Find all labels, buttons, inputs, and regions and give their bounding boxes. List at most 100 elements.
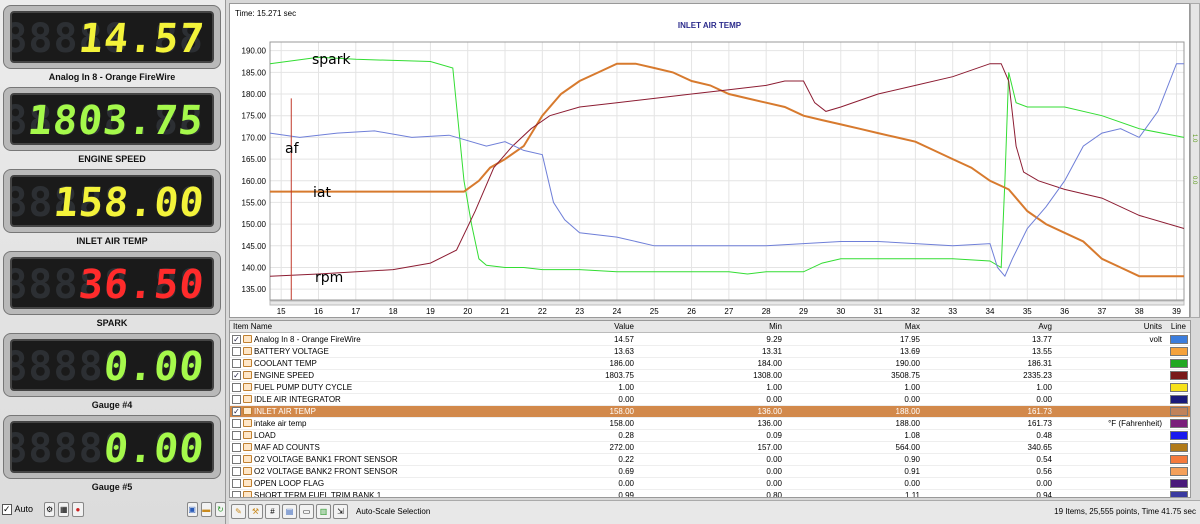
line-color-swatch[interactable] [1170,359,1188,368]
row-checkbox[interactable] [232,431,241,440]
x-tick-label: 22 [538,307,547,316]
table-row[interactable]: intake air temp 158.00 136.00 188.00 161.73 °… [230,418,1190,430]
x-tick-label: 23 [575,307,584,316]
save-icon[interactable]: ▣ [186,501,198,517]
gauge-display: 88888.88 0.00 [10,339,214,391]
line-color-swatch[interactable] [1170,383,1188,392]
row-checkbox[interactable] [232,479,241,488]
line-color-swatch[interactable] [1170,431,1188,440]
y-tick-label: 170.00 [242,133,267,142]
series-line-iat [270,62,1184,278]
line-color-swatch[interactable] [1170,395,1188,404]
line-color-swatch[interactable] [1170,419,1188,428]
cell-avg: 161.73 [1027,407,1052,416]
chart-edit-icon[interactable]: ✎ [231,504,246,519]
x-tick-label: 32 [911,307,920,316]
header-value[interactable]: Value [614,322,634,331]
row-checkbox[interactable] [232,395,241,404]
gauge-spark[interactable]: 88888.88 36.50 SPARK [3,247,221,328]
row-checkbox[interactable] [232,491,241,497]
header-units[interactable]: Units [1144,322,1162,331]
row-checkbox[interactable] [232,443,241,452]
chart-title: INLET AIR TEMP [677,21,742,30]
autoscale-icon[interactable]: ⇲ [333,504,348,519]
chart-grid [270,42,1184,300]
row-checkbox[interactable] [232,359,241,368]
chart-right-scale[interactable]: 1.0 0.0 [1190,3,1200,318]
header-min[interactable]: Min [769,322,782,331]
table-row[interactable]: O2 VOLTAGE BANK1 FRONT SENSOR 0.22 0.00 0.9… [230,454,1190,466]
gauge-layout-icon[interactable]: ▦ [58,501,70,517]
cell-value: 0.69 [618,467,634,476]
row-checkbox[interactable] [232,347,241,356]
row-checkbox[interactable]: ✓ [232,371,241,380]
cell-name: O2 VOLTAGE BANK2 FRONT SENSOR [254,467,398,476]
overlay-icon[interactable]: ▤ [282,504,297,519]
channel-icon [243,443,252,451]
cell-avg: 1.00 [1036,383,1052,392]
table-row[interactable]: FUEL PUMP DUTY CYCLE 1.00 1.00 1.00 1.00 [230,382,1190,394]
table-row[interactable]: COOLANT TEMP 186.00 184.00 190.00 186.31 [230,358,1190,370]
chart-tool-icon[interactable]: ⚒ [248,504,263,519]
header-line[interactable]: Line [1171,322,1186,331]
line-color-swatch[interactable] [1170,479,1188,488]
x-tick-label: 29 [799,307,808,316]
table-row[interactable]: MAF AD COUNTS 272.00 157.00 564.00 340.65 [230,442,1190,454]
gauge-4[interactable]: 88888.88 0.00 Gauge #4 [3,329,221,410]
line-color-swatch[interactable] [1170,371,1188,380]
line-color-swatch[interactable] [1170,335,1188,344]
x-tick-label: 35 [1023,307,1032,316]
table-row[interactable]: OPEN LOOP FLAG 0.00 0.00 0.00 0.00 [230,478,1190,490]
gauge-settings-icon[interactable]: ⚙ [44,501,56,517]
cell-max: 3508.75 [891,371,920,380]
chart-svg[interactable]: 15 16 17 18 19 20 21 22 23 24 25 26 27 28 29 30 31 32 33 34… [230,4,1191,319]
table-row[interactable]: SHORT TERM FUEL TRIM BANK 1 0.99 0.80 1.11 0… [230,490,1190,497]
line-color-swatch[interactable] [1170,455,1188,464]
number-format-icon[interactable]: # [265,504,280,519]
row-checkbox[interactable]: ✓ [232,335,241,344]
row-checkbox[interactable] [232,419,241,428]
line-color-swatch[interactable] [1170,407,1188,416]
gauge-analog-in-8[interactable]: 88888.88 14.57 Analog In 8 - Orange Fire… [3,1,221,82]
row-checkbox[interactable] [232,467,241,476]
annotation-iat: iat [313,185,331,201]
annotation-af: af [285,141,300,157]
gauge-frame: 88888.88 36.50 [3,251,221,315]
line-color-swatch[interactable] [1170,347,1188,356]
x-tick-label: 38 [1135,307,1144,316]
table-row[interactable]: ✓ Analog In 8 - Orange FireWire 14.57 9.29 1… [230,334,1190,346]
zoom-fit-icon[interactable]: ▭ [299,504,314,519]
line-color-swatch[interactable] [1170,443,1188,452]
open-folder-icon[interactable]: ▬ [200,501,212,517]
row-checkbox[interactable] [232,455,241,464]
chart-panel[interactable]: 15 16 17 18 19 20 21 22 23 24 25 26 27 28 29 30 31 32 33 34… [229,3,1190,318]
gauge-5[interactable]: 88888.88 0.00 Gauge #5 [3,411,221,492]
table-row[interactable]: ✓ INLET AIR TEMP 158.00 136.00 188.00 161.73 [230,406,1190,418]
cell-avg: 340.65 [1027,443,1052,452]
table-row[interactable]: O2 VOLTAGE BANK2 FRONT SENSOR 0.69 0.00 0.9… [230,466,1190,478]
header-max[interactable]: Max [905,322,920,331]
table-row[interactable]: BATTERY VOLTAGE 13.63 13.31 13.69 13.55 [230,346,1190,358]
gauge-inlet-air-temp[interactable]: 88888.88 158.00 INLET AIR TEMP [3,165,221,246]
table-row[interactable]: ✓ ENGINE SPEED 1803.75 1308.00 3508.75 2335.2… [230,370,1190,382]
gauge-lights-icon[interactable]: ● [72,501,84,517]
line-color-swatch[interactable] [1170,491,1188,497]
y-tick-label: 140.00 [242,263,267,272]
cell-avg: 0.54 [1036,455,1052,464]
app-window: 88888.88 14.57 Analog In 8 - Orange Fire… [0,0,1200,524]
line-color-swatch[interactable] [1170,467,1188,476]
auto-checkbox[interactable]: ✓ [2,503,12,515]
refresh-icon[interactable]: ↻ [214,501,226,517]
cell-value: 1803.75 [605,371,634,380]
header-avg[interactable]: Avg [1038,322,1052,331]
cell-min: 0.00 [766,479,782,488]
table-row[interactable]: IDLE AIR INTEGRATOR 0.00 0.00 0.00 0.00 [230,394,1190,406]
cell-min: 136.00 [757,419,782,428]
channel-icon [243,467,252,475]
gauge-engine-speed[interactable]: 88888.88 1803.75 ENGINE SPEED [3,83,221,164]
export-icon[interactable]: ▥ [316,504,331,519]
table-row[interactable]: LOAD 0.28 0.09 1.08 0.48 [230,430,1190,442]
header-item-name[interactable]: Item Name [233,322,272,331]
row-checkbox[interactable]: ✓ [232,407,241,416]
row-checkbox[interactable] [232,383,241,392]
